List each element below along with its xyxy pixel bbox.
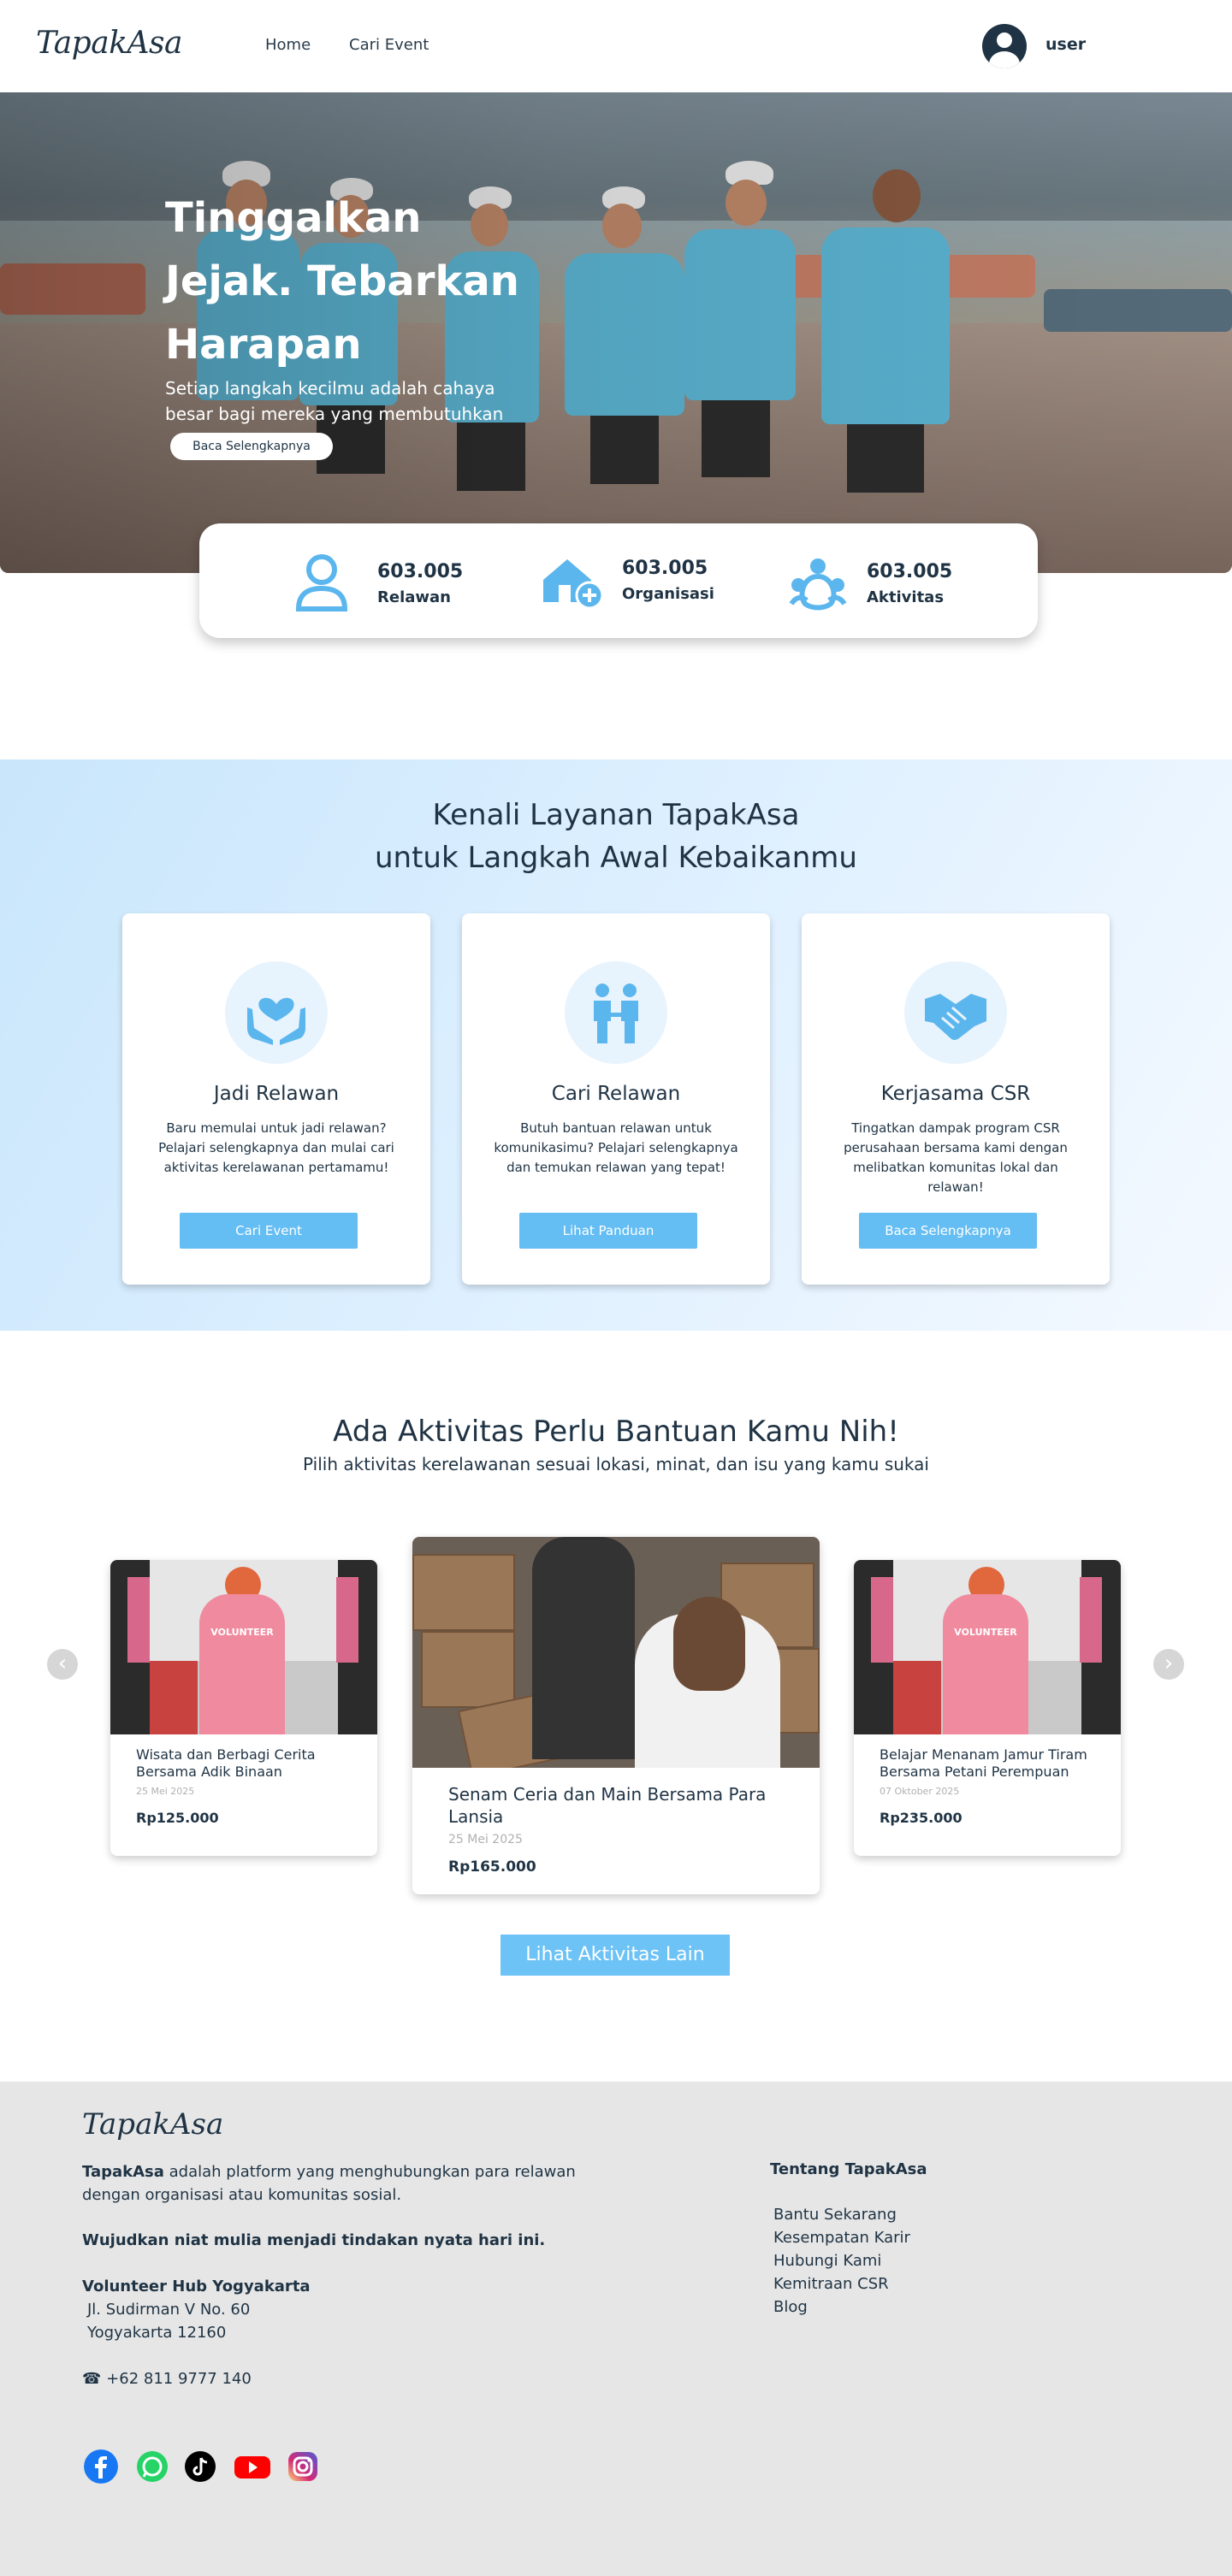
- footer-address1: Jl. Sudirman V No. 60: [87, 2301, 251, 2319]
- activity-image: VOLUNTEER: [854, 1560, 1121, 1734]
- footer-org: Volunteer Hub Yogyakarta: [82, 2275, 311, 2298]
- footer-link-kemitraan-csr[interactable]: Kemitraan CSR: [773, 2275, 889, 2293]
- hero-banner: Tinggalkan Jejak. Tebarkan Harapan Setia…: [0, 92, 1232, 573]
- footer-address2: Yogyakarta 12160: [87, 2324, 227, 2342]
- stat-aktivitas: 603.005 Aktivitas: [786, 523, 974, 638]
- service-card-cari-relawan: Cari Relawan Butuh bantuan relawan untuk…: [462, 913, 770, 1285]
- footer-link-hubungi-kami[interactable]: Hubungi Kami: [773, 2252, 881, 2270]
- service-card-desc: Butuh bantuan relawan untuk komunikasimu…: [494, 1120, 738, 1175]
- services-title-line2: untuk Langkah Awal Kebaikanmu: [375, 841, 857, 875]
- footer-tagline: Wujudkan niat mulia menjadi tindakan nya…: [82, 2229, 545, 2252]
- whatsapp-icon[interactable]: [135, 2449, 169, 2484]
- nav-cari-event[interactable]: Cari Event: [349, 36, 429, 54]
- hero-read-more-button[interactable]: Baca Selengkapnya: [170, 433, 333, 460]
- stat-label: Relawan: [377, 588, 451, 606]
- footer-link-bantu-sekarang[interactable]: Bantu Sekarang: [773, 2206, 897, 2224]
- hero-subtitle: Setiap langkah kecilmu adalah cahaya bes…: [165, 378, 504, 424]
- service-card-title: Kerjasama CSR: [880, 1083, 1031, 1105]
- cari-event-button[interactable]: Cari Event: [180, 1213, 358, 1249]
- activity-date: 25 Mei 2025: [448, 1833, 523, 1846]
- footer-link-blog[interactable]: Blog: [773, 2298, 808, 2316]
- activity-card[interactable]: VOLUNTEER Wisata dan Berbagi Cerita Bers…: [110, 1560, 377, 1856]
- activity-name: Senam Ceria dan Main Bersama Para Lansia: [448, 1784, 767, 1827]
- activities-subtitle: Pilih aktivitas kerelawanan sesuai lokas…: [303, 1454, 929, 1474]
- facebook-icon[interactable]: [84, 2449, 118, 2484]
- services-title: Kenali Layanan TapakAsa untuk Langkah Aw…: [0, 794, 1232, 879]
- service-card-desc: Baru memulai untuk jadi relawan? Pelajar…: [158, 1120, 394, 1175]
- service-card-desc: Tingatkan dampak program CSR perusahaan …: [844, 1120, 1068, 1195]
- activities-title: Ada Aktivitas Perlu Bantuan Kamu Nih!: [333, 1415, 899, 1449]
- footer-brand: TapakAsa: [82, 2163, 164, 2181]
- footer-link-kesempatan-karir[interactable]: Kesempatan Karir: [773, 2229, 910, 2247]
- user-avatar-icon[interactable]: [982, 24, 1027, 68]
- volunteer-shirt-text: VOLUNTEER: [954, 1627, 1017, 1638]
- handshake-icon: [925, 994, 986, 1040]
- lihat-aktivitas-lain-button[interactable]: Lihat Aktivitas Lain: [500, 1935, 730, 1976]
- footer-logo[interactable]: TapakAsa: [82, 2107, 223, 2142]
- lihat-panduan-button[interactable]: Lihat Panduan: [519, 1213, 697, 1249]
- stat-value: 603.005: [377, 561, 464, 582]
- two-people-icon: [594, 984, 638, 1043]
- stat-value: 603.005: [867, 561, 953, 582]
- activity-card[interactable]: Senam Ceria dan Main Bersama Para Lansia…: [412, 1537, 820, 1894]
- youtube-icon[interactable]: [233, 2449, 272, 2484]
- stat-label: Organisasi: [622, 585, 714, 603]
- nav-home[interactable]: Home: [265, 36, 311, 54]
- instagram-icon[interactable]: [286, 2449, 320, 2484]
- activity-card[interactable]: VOLUNTEER Belajar Menanam Jamur Tiram Be…: [854, 1560, 1121, 1856]
- footer-phone-number: +62 811 9777 140: [106, 2370, 252, 2388]
- tiktok-icon[interactable]: [183, 2449, 217, 2484]
- baca-selengkapnya-button[interactable]: Baca Selengkapnya: [859, 1213, 1037, 1249]
- site-header: TapakAsa Home Cari Event user: [0, 0, 1232, 92]
- person-icon: [295, 554, 348, 612]
- phone-icon: ☎: [82, 2370, 102, 2388]
- services-section: Kenali Layanan TapakAsa untuk Langkah Aw…: [0, 759, 1232, 1331]
- footer-phone[interactable]: ☎ +62 811 9777 140: [82, 2367, 252, 2390]
- carousel-next-arrow-icon[interactable]: ›: [1153, 1649, 1184, 1680]
- volunteer-shirt-text: VOLUNTEER: [210, 1627, 274, 1638]
- activity-name: Wisata dan Berbagi Cerita Bersama Adik B…: [136, 1746, 316, 1780]
- services-title-line1: Kenali Layanan TapakAsa: [432, 798, 800, 832]
- people-activity-icon: [789, 558, 847, 611]
- activity-name: Belajar Menanam Jamur Tiram Bersama Peta…: [880, 1746, 1087, 1780]
- heart-hands-icon: [247, 997, 305, 1045]
- stat-label: Aktivitas: [867, 588, 945, 606]
- activity-price: Rp235.000: [880, 1810, 962, 1826]
- service-card-title: Cari Relawan: [551, 1083, 681, 1105]
- user-name[interactable]: user: [1045, 35, 1086, 54]
- activity-date: 25 Mei 2025: [136, 1786, 195, 1797]
- service-card-kerjasama-csr: Kerjasama CSR Tingatkan dampak program C…: [802, 913, 1110, 1285]
- hero-title: Tinggalkan Jejak. Tebarkan Harapan: [165, 194, 519, 369]
- site-logo[interactable]: TapakAsa: [36, 26, 182, 61]
- footer-about: TapakAsa adalah platform yang menghubung…: [82, 2160, 595, 2207]
- activity-image: VOLUNTEER: [110, 1560, 377, 1734]
- stat-relawan: 603.005 Relawan: [293, 523, 482, 638]
- service-card-title: Jadi Relawan: [213, 1083, 340, 1105]
- activity-date: 07 Oktober 2025: [880, 1786, 960, 1797]
- footer-col-title: Tentang TapakAsa: [770, 2160, 927, 2178]
- activity-image: [412, 1537, 820, 1768]
- stat-value: 603.005: [622, 558, 708, 579]
- site-footer: TapakAsa TapakAsa adalah platform yang m…: [0, 2082, 1232, 2576]
- activity-price: Rp125.000: [136, 1810, 219, 1826]
- house-add-icon: [543, 559, 604, 609]
- footer-tagline-text: Wujudkan niat mulia menjadi tindakan nya…: [82, 2231, 546, 2249]
- stats-panel: 603.005 Relawan 603.005 Organisasi 603.0…: [199, 523, 1038, 638]
- service-card-jadi-relawan: Jadi Relawan Baru memulai untuk jadi rel…: [122, 913, 430, 1285]
- stat-organisasi: 603.005 Organisasi: [540, 523, 745, 638]
- carousel-prev-arrow-icon[interactable]: ‹: [47, 1649, 78, 1680]
- activity-price: Rp165.000: [448, 1858, 536, 1876]
- footer-org-name: Volunteer Hub Yogyakarta: [82, 2278, 311, 2295]
